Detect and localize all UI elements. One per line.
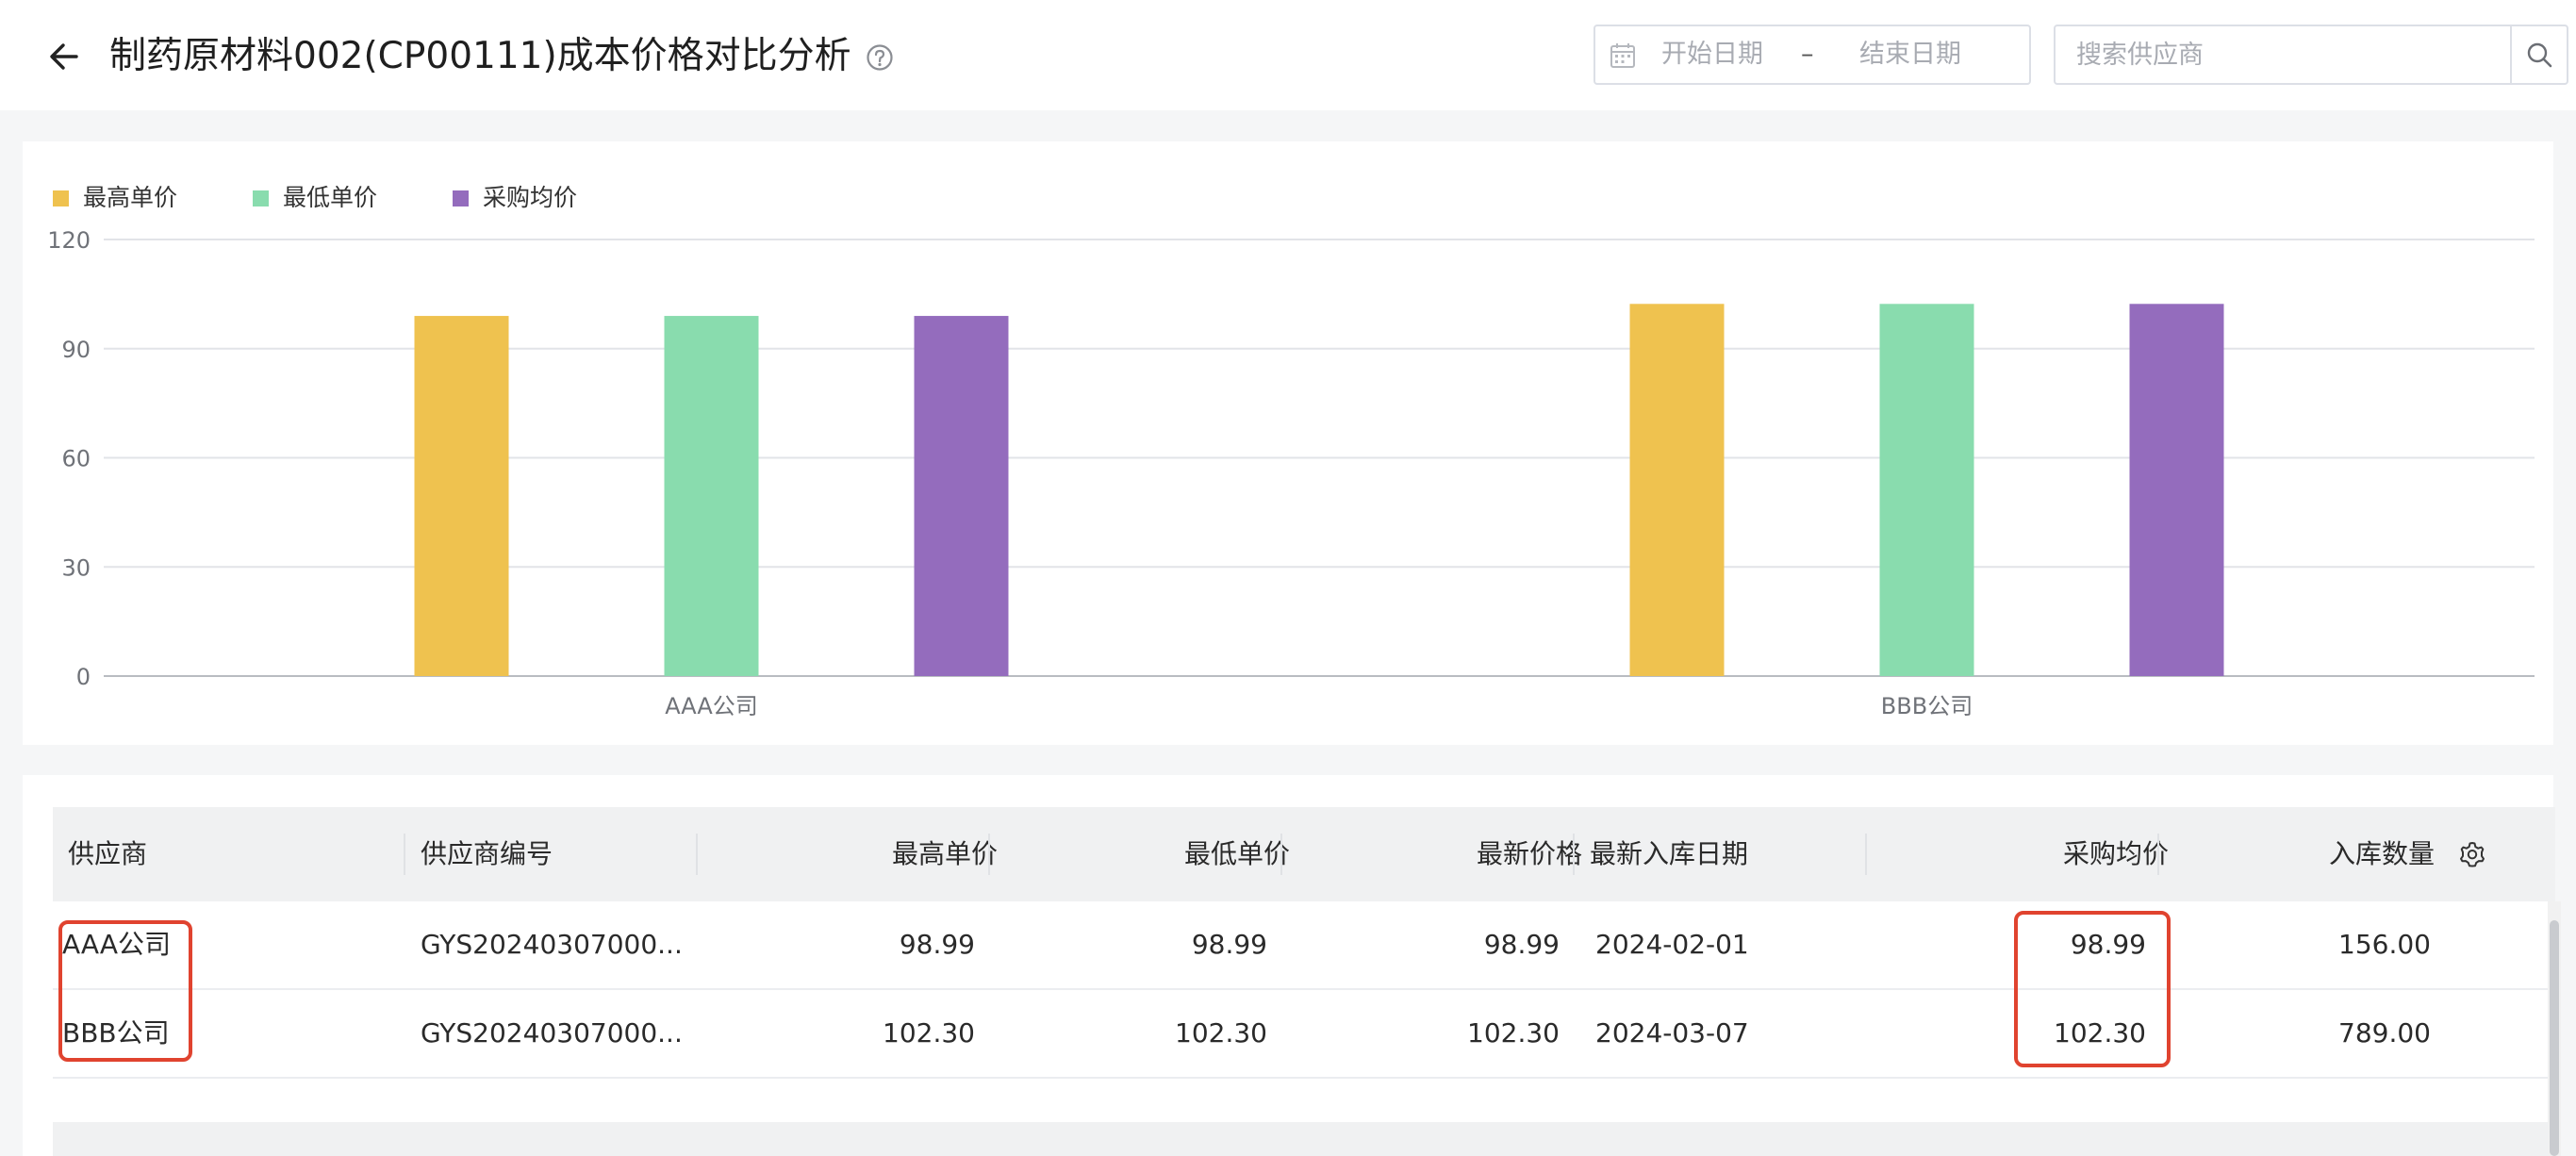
- cell-max-price: 98.99: [899, 929, 975, 960]
- column-divider[interactable]: [2157, 834, 2159, 875]
- bar[interactable]: [1629, 304, 1725, 676]
- column-header-min-price[interactable]: 最低单价: [1005, 807, 1290, 901]
- column-divider[interactable]: [1573, 834, 1575, 875]
- table-settings-button[interactable]: [2455, 807, 2489, 901]
- search-icon: [2527, 42, 2552, 68]
- x-tick-label: BBB公司: [1881, 693, 1973, 719]
- page-header: 制药原材料002(CP00111)成本价格对比分析 开始日期 – 结束日期: [0, 0, 2576, 110]
- cell-latest-date: 2024-03-07: [1595, 1017, 1749, 1049]
- y-tick-label: 90: [61, 337, 91, 363]
- column-header-supplier-code[interactable]: 供应商编号: [421, 807, 553, 901]
- cell-latest-price: 102.30: [1467, 1017, 1560, 1049]
- x-axis-labels: AAA公司 BBB公司: [665, 693, 1973, 719]
- supplier-search-input[interactable]: [2056, 26, 2512, 83]
- chart-bars: [414, 304, 2224, 676]
- supplier-search-field[interactable]: [2054, 25, 2525, 85]
- bar[interactable]: [414, 316, 509, 676]
- cell-quantity: 156.00: [2338, 929, 2431, 960]
- table-footer: [53, 1122, 2548, 1156]
- legend-label[interactable]: 最低单价: [283, 184, 377, 211]
- price-comparison-bar-chart: 最高单价 最低单价 采购均价 0 30 60 90 120 AAA公司 BBB公司: [47, 184, 2535, 719]
- column-header-avg-price[interactable]: 采购均价: [1882, 807, 2169, 901]
- table-header: 供应商 供应商编号 最高单价 最低单价 最新价格 最新入库日期 采购均价 入库数…: [53, 807, 2555, 901]
- back-button[interactable]: [40, 32, 89, 81]
- supplier-highlight-box: [58, 920, 192, 1062]
- x-tick-label: AAA公司: [665, 693, 758, 719]
- column-header-latest-date[interactable]: 最新入库日期: [1590, 807, 1748, 901]
- column-header-quantity[interactable]: 入库数量: [2174, 807, 2435, 901]
- cell-latest-price: 98.99: [1483, 929, 1560, 960]
- start-date-input[interactable]: 开始日期: [1661, 26, 1763, 83]
- legend-swatch[interactable]: [453, 190, 469, 206]
- avg-price-highlight-box: [2014, 911, 2171, 1067]
- bar[interactable]: [664, 316, 759, 676]
- scrollbar-thumb[interactable]: [2550, 920, 2559, 1156]
- arrow-left-icon: [50, 43, 78, 70]
- price-table-card: 供应商 供应商编号 最高单价 最低单价 最新价格 最新入库日期 采购均价 入库数…: [23, 775, 2561, 1156]
- cell-latest-date: 2024-02-01: [1595, 929, 1749, 960]
- column-divider[interactable]: [404, 834, 405, 875]
- bar[interactable]: [914, 316, 1009, 676]
- table-row[interactable]: BBB公司 GYS20240307000... 102.30 102.30 10…: [53, 990, 2548, 1079]
- legend-swatch[interactable]: [253, 190, 269, 206]
- y-tick-label: 30: [61, 554, 91, 581]
- legend-label[interactable]: 最高单价: [83, 184, 177, 211]
- bar[interactable]: [2129, 304, 2224, 676]
- column-header-max-price[interactable]: 最高单价: [713, 807, 998, 901]
- column-divider[interactable]: [1280, 834, 1282, 875]
- y-tick-label: 0: [76, 664, 91, 690]
- cell-quantity: 789.00: [2338, 1017, 2431, 1049]
- column-divider[interactable]: [988, 834, 990, 875]
- cell-min-price: 102.30: [1175, 1017, 1267, 1049]
- chart-legend: 最高单价 最低单价 采购均价: [53, 184, 577, 211]
- column-header-supplier[interactable]: 供应商: [68, 807, 147, 901]
- calendar-icon: [1610, 43, 1635, 68]
- table-scrollbar[interactable]: [2548, 901, 2561, 1156]
- y-tick-label: 120: [47, 227, 91, 254]
- gear-icon: [2460, 842, 2485, 867]
- legend-label[interactable]: 采购均价: [483, 184, 577, 211]
- date-separator: –: [1801, 40, 1814, 69]
- page-title: 制药原材料002(CP00111)成本价格对比分析: [109, 35, 851, 77]
- cell-max-price: 102.30: [883, 1017, 975, 1049]
- cell-supplier-code: GYS20240307000...: [421, 929, 683, 960]
- price-comparison-chart-card: 最高单价 最低单价 采购均价 0 30 60 90 120 AAA公司 BBB公司: [23, 141, 2553, 745]
- y-tick-label: 60: [61, 446, 91, 472]
- search-button[interactable]: [2510, 25, 2568, 85]
- cell-min-price: 98.99: [1191, 929, 1267, 960]
- question-circle-icon[interactable]: [866, 43, 894, 72]
- column-divider[interactable]: [696, 834, 698, 875]
- column-divider[interactable]: [1865, 834, 1867, 875]
- table-row[interactable]: AAA公司 GYS20240307000... 98.99 98.99 98.9…: [53, 901, 2548, 990]
- legend-swatch[interactable]: [53, 190, 69, 206]
- end-date-input[interactable]: 结束日期: [1859, 26, 1961, 83]
- date-range-picker[interactable]: 开始日期 – 结束日期: [1593, 25, 2031, 85]
- cell-supplier-code: GYS20240307000...: [421, 1017, 683, 1049]
- bar[interactable]: [1879, 304, 1974, 676]
- column-header-latest-price[interactable]: 最新价格: [1297, 807, 1582, 901]
